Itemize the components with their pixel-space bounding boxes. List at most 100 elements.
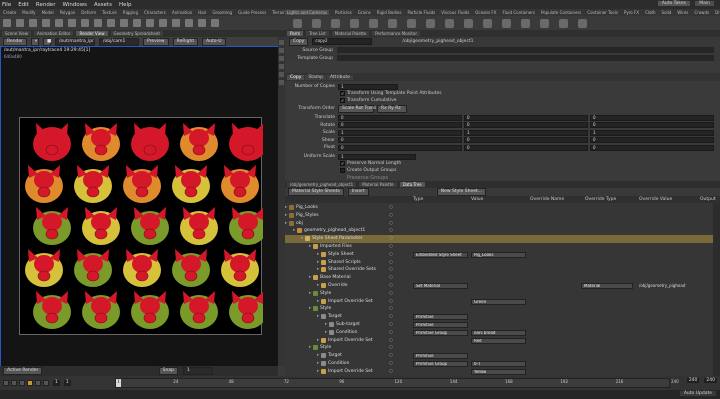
param-tab-copy[interactable]: Copy	[287, 74, 305, 80]
value-field[interactable]: ears bread	[471, 329, 526, 336]
type-select[interactable]: Set Material	[413, 283, 468, 289]
shelf-tab-hair[interactable]: Hair	[198, 10, 206, 15]
translate-field-z[interactable]: 0	[590, 114, 714, 121]
pane-tab-render-view[interactable]: Render View	[76, 31, 108, 36]
insert-button[interactable]: Insert	[347, 188, 369, 196]
column-header-override-name[interactable]: Override Name	[530, 197, 564, 202]
override-type-select[interactable]: Material	[581, 283, 633, 289]
shelf-tab-pyro-fx[interactable]: Pyro FX	[624, 10, 639, 15]
tube-tool-icon[interactable]	[29, 19, 37, 27]
current-frame-field[interactable]: 1	[53, 380, 60, 386]
scale-field-x[interactable]: 1	[338, 129, 462, 136]
expand-arrow-icon[interactable]: ▸	[309, 244, 311, 249]
source-group-field[interactable]	[337, 47, 714, 53]
value-field[interactable]: Yellow	[471, 368, 526, 375]
menu-windows[interactable]: Windows	[62, 2, 87, 8]
snap-button[interactable]: Snap	[158, 367, 178, 375]
pane-tab-scene-view[interactable]: Scene View	[2, 31, 31, 36]
translate-field-x[interactable]: 0	[338, 114, 462, 121]
type-select[interactable]: Embedded Style Sheet	[413, 251, 468, 258]
menu-assets[interactable]: Assets	[94, 2, 112, 8]
torus-tool-icon[interactable]	[42, 19, 50, 27]
shelf-tab-container-tools[interactable]: Container Tools	[587, 10, 618, 15]
expand-arrow-icon[interactable]: ▸	[317, 369, 319, 374]
geometry-light-icon[interactable]	[369, 18, 378, 28]
area-light-icon[interactable]	[350, 18, 359, 28]
visibility-icon[interactable]: ○	[389, 267, 393, 272]
distant-light-icon[interactable]	[407, 18, 416, 28]
type-select[interactable]: Primitive	[413, 322, 468, 328]
rotate-field-x[interactable]: 0	[338, 122, 462, 128]
shelf-tab-viscous-fluids[interactable]: Viscous Fluids	[441, 10, 469, 15]
shelf-tab-solid[interactable]: Solid	[662, 10, 672, 15]
visibility-icon[interactable]: ○	[389, 330, 393, 335]
grid-tool-icon[interactable]	[55, 19, 63, 27]
expand-arrow-icon[interactable]: ▸	[325, 330, 327, 335]
vr-camera-icon[interactable]	[559, 18, 568, 28]
expand-arrow-icon[interactable]: ▸	[301, 236, 303, 241]
box-tool-icon[interactable]	[16, 19, 24, 27]
shelf-tab-lights-and-cameras[interactable]: Lights and Cameras	[285, 10, 329, 15]
render-viewport[interactable]: /out/mantra_ipr/raytrace4 19:29:45[1] 64…	[0, 46, 278, 366]
tree-row[interactable]: ▸ Style ○	[285, 305, 720, 313]
tree-row[interactable]: ▸ Sub-target ○ Primitive	[285, 321, 720, 329]
pivot-field-y[interactable]: 0	[464, 144, 588, 151]
visibility-icon[interactable]: ○	[389, 228, 393, 233]
shelf-tab-populate-containers[interactable]: Populate Containers	[541, 10, 581, 15]
expand-arrow-icon[interactable]: ▸	[317, 361, 319, 366]
expand-arrow-icon[interactable]: ▸	[285, 213, 287, 218]
rerender-toggle[interactable]: ReRight	[172, 37, 199, 46]
active-render-tab[interactable]: Active Render	[3, 367, 43, 375]
volume-light-icon[interactable]	[388, 18, 397, 28]
expand-arrow-icon[interactable]: ▸	[285, 205, 287, 210]
color-icon[interactable]	[279, 56, 284, 61]
visibility-icon[interactable]: ○	[389, 275, 393, 280]
pane-tab-parm[interactable]: Parm	[287, 31, 304, 36]
visibility-icon[interactable]: ○	[389, 213, 393, 218]
tree-row[interactable]: ▸ Pig_Looks ○	[285, 204, 720, 212]
shelf-tab-guide-process[interactable]: Guide Process	[238, 10, 266, 15]
shear-field-y[interactable]: 0	[464, 137, 588, 143]
camera-field[interactable]: /obj/cam1	[99, 37, 140, 46]
step-back-icon[interactable]	[11, 380, 17, 386]
pause-icon[interactable]: ⏸	[31, 37, 40, 46]
spot-light-icon[interactable]	[331, 18, 340, 28]
tree-scrollbar[interactable]	[713, 203, 720, 376]
value-field[interactable]: 0-7	[471, 361, 526, 367]
pane-tab-tree-list[interactable]: Tree List	[306, 31, 329, 36]
preview-toggle[interactable]: Preview	[143, 37, 169, 46]
jump-start-icon[interactable]	[3, 380, 9, 386]
zoom-icon[interactable]	[279, 40, 284, 45]
shelf-tab-texture[interactable]: Texture	[102, 10, 117, 15]
line-tool-icon[interactable]	[81, 19, 89, 27]
render-node-field[interactable]: /out/mantra_ipr	[55, 37, 96, 46]
start-frame-field[interactable]: 1	[63, 380, 71, 386]
file-tool-icon[interactable]	[211, 19, 219, 27]
menu-help[interactable]: Help	[119, 2, 132, 8]
end-frame-field[interactable]: 240	[686, 378, 700, 383]
new-style-sheet-button[interactable]: New Style Sheet...	[436, 188, 487, 196]
draw-curve-icon[interactable]	[120, 19, 128, 27]
shelf-tab-animation[interactable]: Animation	[172, 10, 192, 15]
visibility-icon[interactable]: ○	[389, 252, 393, 257]
tree-row[interactable]: ▸ Pig_Styles ○	[285, 212, 720, 220]
stop-icon[interactable]: ■	[43, 37, 51, 46]
sphere-tool-icon[interactable]	[3, 19, 11, 27]
expand-arrow-icon[interactable]: ▸	[317, 283, 319, 288]
uniform-scale-field[interactable]: 1	[338, 153, 416, 160]
shelf-tab-drive-simulation[interactable]: Drive Simulation	[715, 10, 720, 15]
tree-row[interactable]: ▸ Override ○ Set Material Material/obj/geome…	[285, 282, 720, 290]
visibility-icon[interactable]: ○	[389, 244, 393, 249]
shelf-tab-terrain-fx[interactable]: Terrain FX	[272, 10, 285, 15]
lower-tab[interactable]: /obj/geometry_pighead_object1	[287, 182, 357, 187]
visibility-icon[interactable]: ○	[389, 345, 393, 350]
tree-row[interactable]: ▸ geometry_pighead_object1 ○	[285, 227, 720, 235]
param-tab-stamp[interactable]: Stamp	[305, 74, 327, 80]
expand-arrow-icon[interactable]: ▸	[317, 267, 319, 272]
visibility-icon[interactable]: ○	[389, 236, 393, 241]
rotate-field-y[interactable]: 0	[464, 122, 588, 128]
column-header-type[interactable]: Type	[413, 197, 423, 202]
shelf-tab-deform[interactable]: Deform	[81, 10, 96, 15]
auto-update-status[interactable]: Auto Update	[679, 391, 716, 396]
tree-row[interactable]: ▸ Target ○ Primitive	[285, 352, 720, 360]
